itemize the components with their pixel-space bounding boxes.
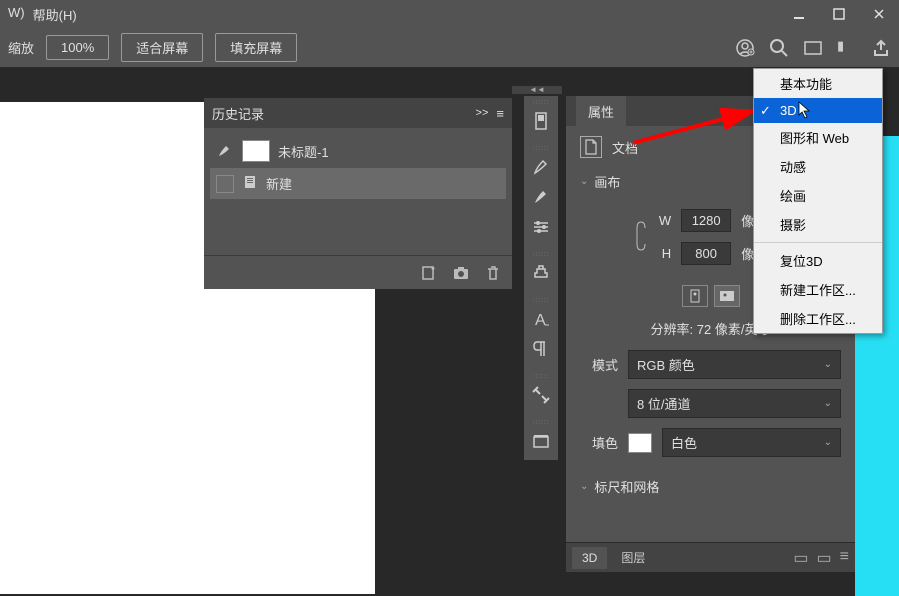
paragraph-icon[interactable] [524,334,558,364]
fit-screen-button[interactable]: 适合屏幕 [121,33,203,62]
history-step-new[interactable]: 新建 [210,168,506,199]
brush-icon [216,141,234,162]
maximize-button[interactable] [819,0,859,28]
history-step-label: 新建 [266,174,292,193]
bottom-tabs: 3D 图层 ▭ ▭ ≡ [566,542,855,572]
brush-settings-icon[interactable] [524,182,558,212]
close-button[interactable] [859,0,899,28]
resolution-value: 72 [697,322,711,337]
menu-window[interactable]: W) [8,5,25,24]
workspace-switcher-icon[interactable]: ▮ [837,38,857,58]
ws-item-3d[interactable]: ✓ 3D [754,98,882,123]
ws-item-photography[interactable]: 摄影 [754,210,882,239]
tool-column: :::::: :::::: :::::: :::::: A :::::: :::… [524,96,558,460]
landscape-button[interactable] [714,285,740,307]
ws-item-reset[interactable]: 复位3D [754,246,882,275]
collapse-arrows[interactable]: ◄◄ [512,86,562,94]
canvas-section-label: 画布 [594,172,620,191]
ruler-section-label: 标尺和网格 [594,477,659,496]
toolbar: 缩放 100% 适合屏幕 填充屏幕 ▮ [0,28,899,68]
share-icon[interactable] [871,38,891,58]
new-document-icon[interactable] [420,264,438,282]
menu-help[interactable]: 帮助(H) [33,5,77,24]
history-title: 历史记录 [212,104,264,123]
tab-properties[interactable]: 属性 [576,96,626,127]
camera-icon[interactable] [452,264,470,282]
zoom-value-button[interactable]: 100% [46,35,109,60]
chevron-down-icon: ⌄ [580,481,588,492]
history-document-row[interactable]: 未标题-1 [210,134,506,168]
fill-dropdown[interactable]: 白色⌄ [662,428,841,457]
ws-item-painting[interactable]: 绘画 [754,181,882,210]
panel-icon[interactable]: ▭ [817,548,832,568]
tab-layers[interactable]: 图层 [611,545,655,570]
panel-icon[interactable]: ▭ [793,548,808,568]
width-input[interactable]: 1280 [681,209,731,232]
fill-swatch[interactable] [628,433,652,453]
resolution-label: 分辨率 [651,322,690,337]
width-label: W [655,213,671,228]
mode-label: 模式 [580,355,618,374]
chevron-down-icon: ⌄ [824,359,832,370]
history-panel: 历史记录 >> ≡ 未标题-1 新建 [204,98,512,289]
frame-icon[interactable] [803,38,823,58]
brush-tool-icon[interactable] [524,152,558,182]
color-mode-dropdown[interactable]: RGB 颜色⌄ [628,350,841,379]
clone-stamp-icon[interactable] [524,258,558,288]
history-checkbox[interactable] [216,175,234,193]
history-menu-icon[interactable]: ≡ [496,106,504,121]
history-expand-icon[interactable]: >> [476,107,489,119]
fill-screen-button[interactable]: 填充屏幕 [215,33,297,62]
history-footer [204,255,512,289]
cursor-icon [798,101,812,119]
fill-label: 填色 [580,433,618,452]
history-header: 历史记录 >> ≡ [204,98,512,128]
link-icon[interactable] [635,212,647,263]
height-input[interactable]: 800 [681,242,731,265]
svg-text:A: A [535,312,546,329]
chevron-down-icon: ⌄ [824,437,832,448]
trash-icon[interactable] [484,264,502,282]
ws-item-essentials[interactable]: 基本功能 [754,69,882,98]
type-tool-icon[interactable]: A [524,304,558,334]
ws-item-new[interactable]: 新建工作区... [754,275,882,304]
height-label: H [655,246,671,261]
zoom-label: 缩放 [8,38,34,57]
tool-library-icon[interactable] [524,106,558,136]
workspace-menu: 基本功能 ✓ 3D 图形和 Web 动感 绘画 摄影 复位3D 新建工作区...… [753,68,883,334]
bit-depth-dropdown[interactable]: 8 位/通道⌄ [628,389,841,418]
repair-tool-icon[interactable] [524,380,558,410]
ws-item-graphics-web[interactable]: 图形和 Web [754,123,882,152]
document-section-label: 文档 [612,138,638,157]
layers-panel-icon[interactable] [524,426,558,456]
chevron-down-icon: ⌄ [824,398,832,409]
adjustments-icon[interactable] [524,212,558,242]
ws-item-motion[interactable]: 动感 [754,152,882,181]
ruler-section-header[interactable]: ⌄ 标尺和网格 [580,477,841,496]
document-name: 未标题-1 [278,142,329,161]
search-icon[interactable] [769,38,789,58]
document-icon [242,174,258,193]
user-icon[interactable] [735,38,755,58]
minimize-button[interactable] [779,0,819,28]
portrait-button[interactable] [682,285,708,307]
check-icon: ✓ [760,103,771,119]
tab-3d[interactable]: 3D [572,547,607,569]
document-icon [580,136,602,158]
chevron-down-icon: ⌄ [580,176,588,187]
menu-separator [754,242,882,243]
titlebar: W) 帮助(H) [0,0,899,28]
ws-item-delete[interactable]: 删除工作区... [754,304,882,333]
panel-menu-icon[interactable]: ≡ [840,548,849,568]
document-thumbnail [242,140,270,162]
